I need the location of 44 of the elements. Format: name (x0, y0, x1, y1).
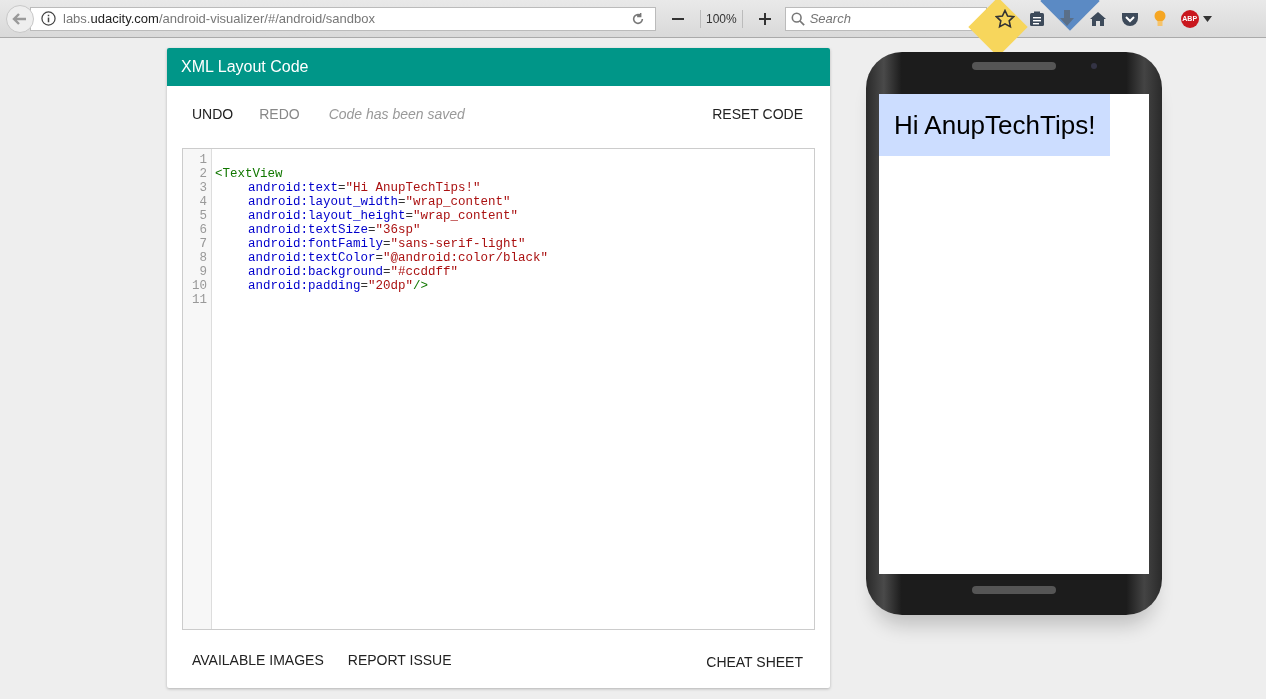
address-bar[interactable]: labs.udacity.com/android-visualizer/#/android/sandbox (30, 6, 656, 31)
code-line: android:text="Hi AnupTechTips!" (248, 181, 481, 195)
editor-action-button[interactable]: UNDO (181, 100, 245, 128)
reload-icon[interactable] (631, 11, 645, 26)
line-number: 7 (198, 237, 207, 251)
cheat-sheet-button[interactable]: CHEAT SHEET (695, 648, 814, 676)
pocket-icon[interactable] (1120, 10, 1139, 27)
line-number: 5 (198, 209, 207, 223)
reset-code-button[interactable]: RESET CODE (701, 100, 814, 128)
zoom-level[interactable]: 100% (700, 9, 743, 28)
line-number: 8 (198, 251, 207, 265)
camera-lens (1091, 63, 1097, 69)
line-number: 1 (198, 153, 207, 167)
line-number: 4 (198, 195, 207, 209)
code-line: android:textSize="36sp" (248, 223, 421, 237)
line-number: 2 (198, 167, 207, 181)
line-number: 9 (198, 265, 207, 279)
code-line: android:fontFamily="sans-serif-light" (248, 237, 526, 251)
code-line: android:layout_height="wrap_content" (248, 209, 519, 223)
home-icon[interactable] (1088, 10, 1107, 27)
back-arrow-icon (12, 10, 28, 27)
clipboard-icon[interactable] (1028, 10, 1045, 27)
save-status: Code has been saved (328, 106, 465, 122)
code-line: android:padding="20dp"/> (248, 279, 429, 293)
line-number: 3 (198, 181, 207, 195)
line-number: 6 (198, 223, 207, 237)
footer-link-button[interactable]: AVAILABLE IMAGES (181, 646, 335, 674)
code-line: android:textColor="@android:color/black" (248, 251, 549, 265)
preview-text-view: Hi AnupTechTips! (879, 94, 1111, 156)
download-icon[interactable] (1058, 9, 1075, 28)
editor-title: XML Layout Code (181, 58, 309, 76)
caret-icon[interactable] (1202, 15, 1212, 22)
zoom-in-icon[interactable] (758, 12, 771, 25)
code-line: <TextView (215, 167, 283, 181)
code-line: android:layout_width="wrap_content" (248, 195, 511, 209)
info-icon[interactable] (41, 11, 56, 26)
code-line: android:background="#ccddff" (248, 265, 459, 279)
search-field[interactable]: Search (784, 6, 987, 31)
back-button[interactable] (6, 4, 34, 33)
url-text: labs.udacity.com/android-visualizer/#/android/sandbox (63, 11, 375, 26)
star-icon[interactable] (994, 8, 1015, 29)
line-number: 11 (191, 293, 207, 307)
footer-link-button[interactable]: REPORT ISSUE (336, 646, 463, 674)
line-number: 10 (191, 279, 207, 293)
